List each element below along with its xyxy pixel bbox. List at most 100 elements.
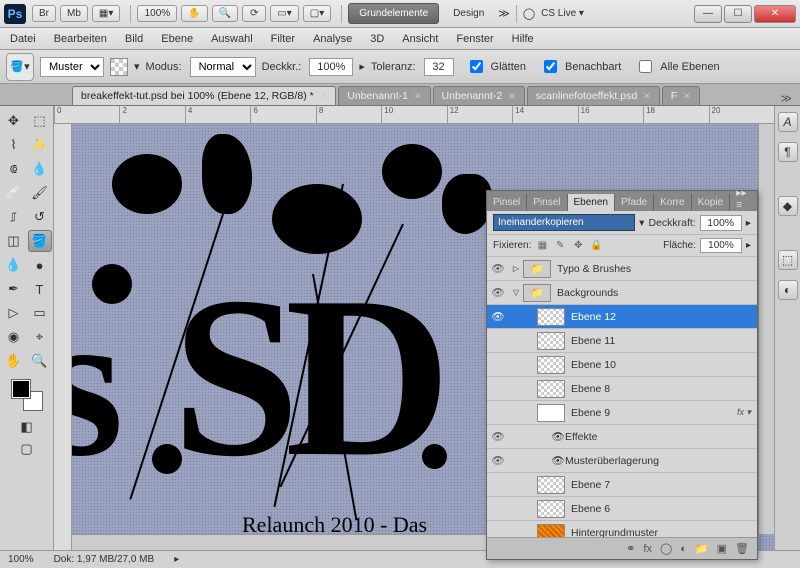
menu-bearbeiten[interactable]: Bearbeiten: [54, 33, 107, 45]
lock-all-icon[interactable]: 🔒: [589, 240, 603, 251]
zoom-level-field[interactable]: 100%: [137, 5, 177, 22]
layer-row[interactable]: Ebene 10: [487, 353, 757, 377]
layer-group[interactable]: 👁▷📁Typo & Brushes: [487, 257, 757, 281]
layer-row[interactable]: Ebene 7: [487, 473, 757, 497]
foreground-swatch[interactable]: [12, 380, 30, 398]
canvas-scrollbar-vertical[interactable]: [758, 124, 774, 534]
menu-auswahl[interactable]: Auswahl: [211, 33, 253, 45]
panel-tab-kopie[interactable]: Kopie: [692, 194, 731, 211]
document-tab[interactable]: breakeffekt-tut.psd bei 100% (Ebene 12, …: [72, 86, 336, 105]
workspace-grundelemente[interactable]: Grundelemente: [348, 3, 439, 24]
close-icon[interactable]: ✕: [643, 91, 651, 102]
color-swatches[interactable]: [12, 380, 42, 410]
panel-tab-ebenen[interactable]: Ebenen: [568, 194, 615, 211]
stamp-tool[interactable]: ⎎: [2, 206, 26, 228]
screenmode-button[interactable]: ▢▾: [303, 5, 331, 22]
wand-tool[interactable]: ✨: [28, 134, 52, 156]
blur-tool[interactable]: 💧: [2, 254, 26, 276]
pattern-swatch[interactable]: [110, 58, 128, 76]
layer-thumbnail[interactable]: [537, 308, 565, 326]
disclosure-icon[interactable]: ▽: [509, 288, 523, 297]
document-tab[interactable]: scanlinefotoeffekt.psd✕: [527, 86, 660, 105]
layer-thumbnail[interactable]: [537, 404, 565, 422]
layer-row[interactable]: 👁👁Musterüberlagerung: [487, 449, 757, 473]
workspace-design[interactable]: Design: [443, 4, 494, 23]
arrange-button[interactable]: ▭▾: [270, 5, 298, 22]
close-icon[interactable]: ✕: [320, 91, 328, 102]
marquee-tool[interactable]: ⬚: [28, 110, 52, 132]
delete-layer-icon[interactable]: 🗑: [735, 542, 749, 555]
history-brush-tool[interactable]: ↺: [28, 206, 52, 228]
dock-paragraph-icon[interactable]: ¶: [778, 142, 798, 162]
path-select-tool[interactable]: ▷: [2, 302, 26, 324]
move-tool[interactable]: ✥: [2, 110, 26, 132]
tolerance-field[interactable]: 32: [424, 58, 454, 76]
layer-row[interactable]: Ebene 9fx ▾: [487, 401, 757, 425]
type-tool[interactable]: T: [28, 278, 52, 300]
disclosure-icon[interactable]: ▷: [509, 264, 523, 273]
menu-datei[interactable]: Datei: [10, 33, 36, 45]
menu-analyse[interactable]: Analyse: [313, 33, 352, 45]
dock-character-icon[interactable]: A: [778, 112, 798, 132]
fx-visibility-icon[interactable]: 👁: [551, 454, 565, 467]
tabs-overflow[interactable]: ≫: [772, 92, 800, 105]
workspace-more[interactable]: ≫: [498, 7, 510, 20]
current-tool-icon[interactable]: 🪣▾: [6, 53, 34, 81]
minimize-button[interactable]: —: [694, 5, 722, 23]
visibility-icon[interactable]: 👁: [487, 262, 509, 275]
layer-thumbnail[interactable]: [537, 332, 565, 350]
menu-filter[interactable]: Filter: [271, 33, 295, 45]
menu-bild[interactable]: Bild: [125, 33, 143, 45]
menu-fenster[interactable]: Fenster: [456, 33, 493, 45]
eyedropper-tool[interactable]: 💧: [28, 158, 52, 180]
close-icon[interactable]: ✕: [508, 91, 516, 102]
menu-ebene[interactable]: Ebene: [161, 33, 193, 45]
layer-thumbnail[interactable]: [537, 380, 565, 398]
minibridge-button[interactable]: Mb: [60, 5, 88, 22]
hand-tool-button[interactable]: ✋: [181, 5, 207, 22]
dock-navigator-icon[interactable]: ⬚: [778, 250, 798, 270]
eraser-tool[interactable]: ◫: [2, 230, 26, 252]
hand-tool[interactable]: ✋: [2, 350, 26, 372]
lock-transparency-icon[interactable]: ▦: [535, 240, 549, 251]
close-icon[interactable]: ✕: [414, 91, 422, 102]
shape-tool[interactable]: ▭: [28, 302, 52, 324]
view-extras-button[interactable]: ▦▾: [92, 5, 120, 22]
crop-tool[interactable]: ⟃: [2, 158, 26, 180]
layer-row[interactable]: Hintergrundmuster: [487, 521, 757, 537]
brush-tool[interactable]: 🖌: [28, 182, 52, 204]
visibility-icon[interactable]: 👁: [487, 430, 509, 443]
menu-3d[interactable]: 3D: [370, 33, 384, 45]
menu-hilfe[interactable]: Hilfe: [512, 33, 534, 45]
visibility-icon[interactable]: 👁: [487, 286, 509, 299]
panel-tab-korre[interactable]: Korre: [654, 194, 691, 211]
antialias-checkbox[interactable]: [470, 60, 483, 73]
lock-pixels-icon[interactable]: ✎: [553, 240, 567, 251]
close-button[interactable]: ✕: [754, 5, 796, 23]
pen-tool[interactable]: ✒: [2, 278, 26, 300]
cslive-button[interactable]: CS Live ▾: [535, 6, 590, 21]
panel-menu-icon[interactable]: ▸▸ ≡: [730, 187, 757, 211]
dodge-tool[interactable]: ●: [28, 254, 52, 276]
status-zoom[interactable]: 100%: [8, 554, 34, 565]
close-icon[interactable]: ✕: [683, 91, 691, 102]
layer-thumbnail[interactable]: [537, 524, 565, 538]
maximize-button[interactable]: ☐: [724, 5, 752, 23]
3d-tool[interactable]: ◉: [2, 326, 26, 348]
bridge-button[interactable]: Br: [32, 5, 56, 22]
panel-tab-pinsel[interactable]: Pinsel: [487, 194, 527, 211]
visibility-icon[interactable]: 👁: [487, 310, 509, 323]
panel-tab-pinsel[interactable]: Pinsel: [527, 194, 567, 211]
fill-field[interactable]: 100%: [700, 238, 742, 253]
bucket-tool[interactable]: 🪣: [28, 230, 52, 252]
layer-row[interactable]: Ebene 6: [487, 497, 757, 521]
layer-thumbnail[interactable]: [537, 356, 565, 374]
all-layers-checkbox[interactable]: [639, 60, 652, 73]
document-tab[interactable]: F✕: [662, 86, 700, 105]
rotate-view-button[interactable]: ⟳: [242, 5, 266, 22]
dock-color-icon[interactable]: ◐: [778, 280, 798, 300]
layer-row[interactable]: Ebene 11: [487, 329, 757, 353]
dock-swatches-icon[interactable]: ◆: [778, 196, 798, 216]
link-layers-icon[interactable]: ⚭: [626, 542, 635, 555]
layer-thumbnail[interactable]: [537, 476, 565, 494]
